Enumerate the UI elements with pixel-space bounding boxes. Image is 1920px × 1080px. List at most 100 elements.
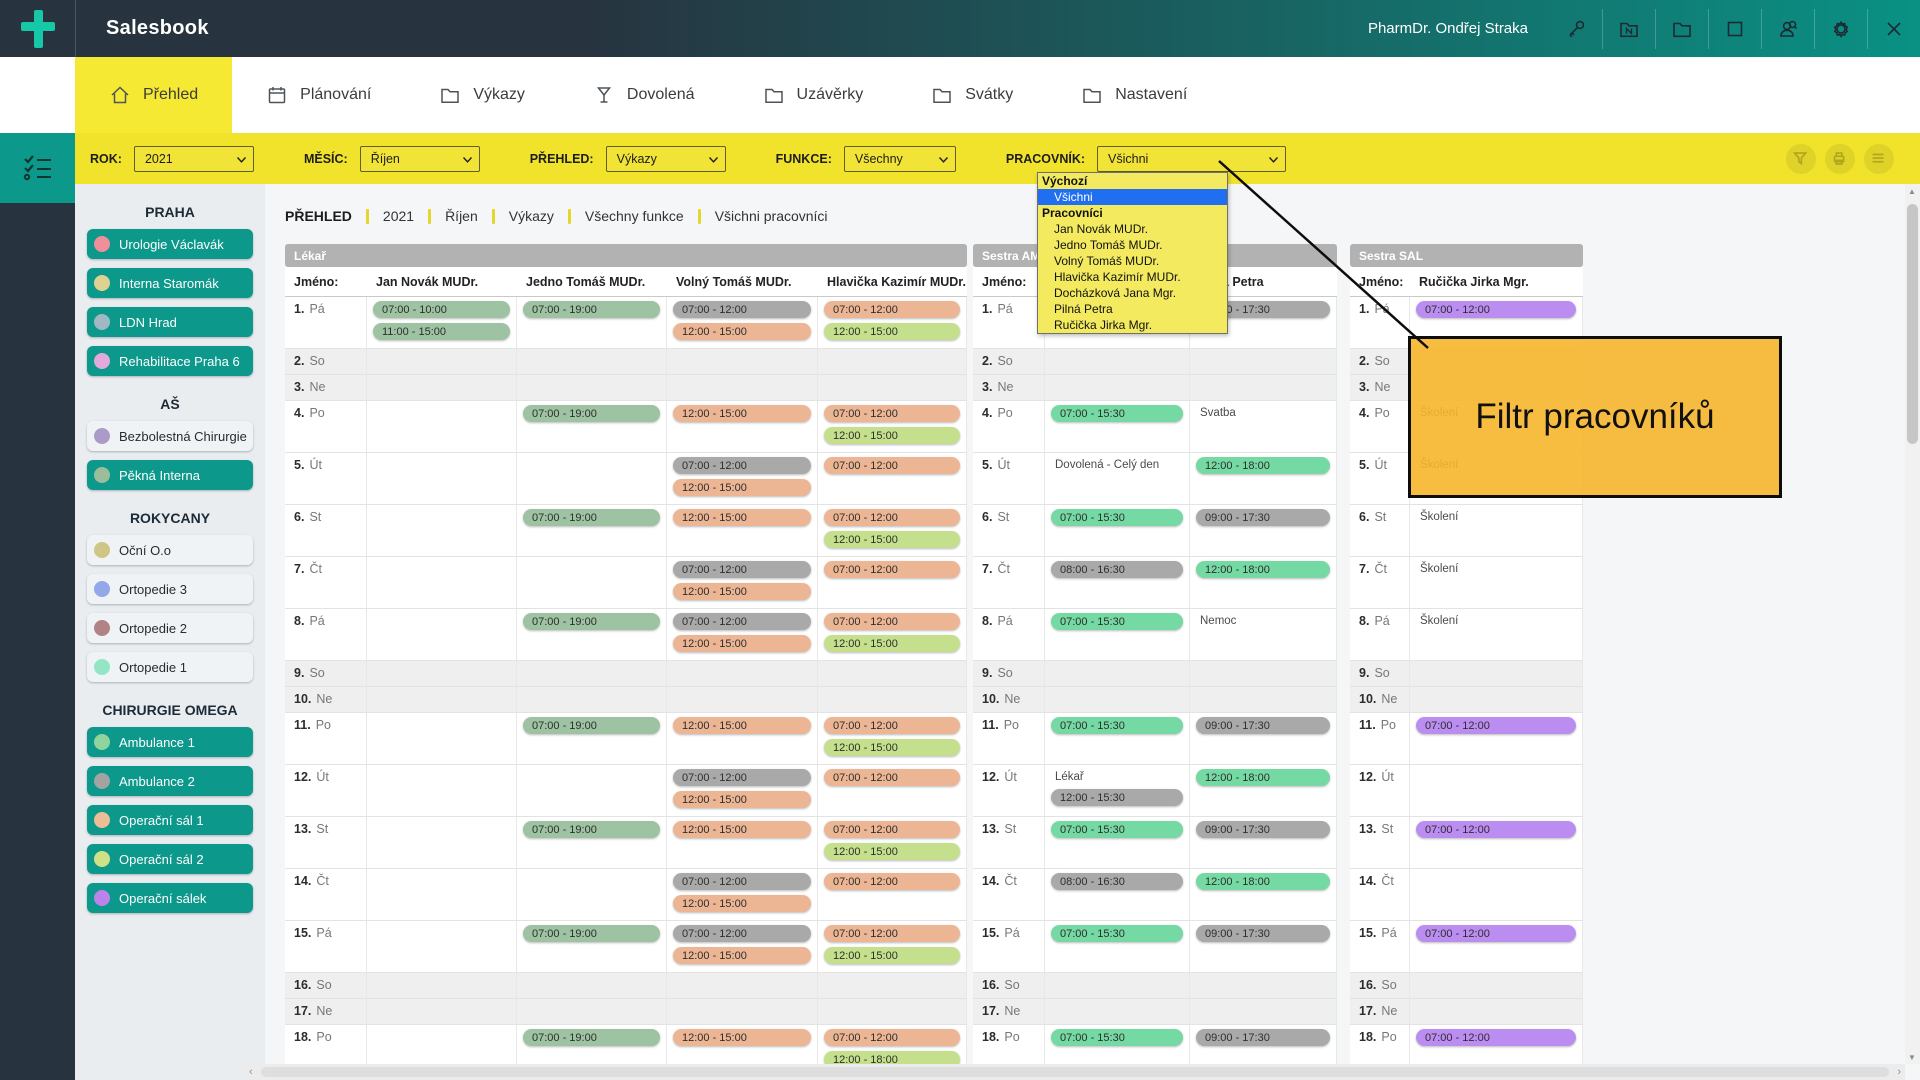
shift-pill[interactable]: 12:00 - 15:00 bbox=[673, 895, 811, 912]
shift-pill[interactable]: 07:00 - 12:00 bbox=[1416, 821, 1576, 838]
shift-cell[interactable] bbox=[1410, 973, 1583, 998]
shift-cell[interactable] bbox=[818, 375, 967, 400]
shift-pill[interactable]: 12:00 - 18:00 bbox=[824, 1051, 960, 1064]
shift-pill[interactable]: 12:00 - 15:00 bbox=[673, 947, 811, 964]
shift-pill[interactable]: 12:00 - 15:00 bbox=[673, 583, 811, 600]
scroll-down-icon[interactable]: ▼ bbox=[1908, 1053, 1916, 1062]
shift-pill[interactable]: 07:00 - 15:30 bbox=[1051, 405, 1183, 422]
shift-cell[interactable]: Nemoc bbox=[1190, 609, 1337, 660]
shift-cell[interactable]: 12:00 - 15:00 bbox=[667, 1025, 818, 1064]
shift-cell[interactable] bbox=[517, 661, 667, 686]
shift-cell[interactable]: 07:00 - 15:30 bbox=[1045, 817, 1190, 868]
shift-pill[interactable]: 12:00 - 18:00 bbox=[1196, 561, 1330, 578]
tab-nastavení[interactable]: Nastavení bbox=[1047, 57, 1221, 133]
shift-cell[interactable] bbox=[367, 869, 517, 920]
shift-cell[interactable]: 07:00 - 12:0012:00 - 15:00 bbox=[667, 765, 818, 816]
dropdown-option-hlavi-ka-kazim-r-mudr-[interactable]: Hlavička Kazimír MUDr. bbox=[1038, 269, 1227, 285]
sidebar-item-rehabilitace-praha-6[interactable]: Rehabilitace Praha 6 bbox=[87, 346, 253, 376]
shift-pill[interactable]: 07:00 - 12:00 bbox=[1416, 301, 1576, 318]
sidebar-item-p-kn-interna[interactable]: Pěkná Interna bbox=[87, 460, 253, 490]
menu-button[interactable] bbox=[1864, 144, 1894, 174]
shift-cell[interactable]: 07:00 - 10:0011:00 - 15:00 bbox=[367, 297, 517, 348]
sidebar-item-urologie-v-clav-k[interactable]: Urologie Václavák bbox=[87, 229, 253, 259]
shift-pill[interactable]: 07:00 - 12:00 bbox=[824, 561, 960, 578]
shift-cell[interactable]: 07:00 - 12:00 bbox=[818, 869, 967, 920]
shift-cell[interactable]: 07:00 - 12:0012:00 - 15:00 bbox=[818, 921, 967, 972]
shift-cell[interactable] bbox=[818, 349, 967, 374]
shift-cell[interactable] bbox=[1190, 687, 1337, 712]
shift-cell[interactable]: 07:00 - 12:00 bbox=[818, 557, 967, 608]
shift-cell[interactable]: 08:00 - 16:30 bbox=[1045, 869, 1190, 920]
shift-cell[interactable] bbox=[1190, 375, 1337, 400]
dropdown-option-doch-zkov-jana-mgr-[interactable]: Docházková Jana Mgr. bbox=[1038, 285, 1227, 301]
shift-cell[interactable]: 12:00 - 18:00 bbox=[1190, 869, 1337, 920]
shift-cell[interactable] bbox=[667, 349, 818, 374]
shift-cell[interactable] bbox=[367, 687, 517, 712]
shift-cell[interactable]: 07:00 - 19:00 bbox=[517, 1025, 667, 1064]
shift-cell[interactable] bbox=[367, 609, 517, 660]
shift-cell[interactable]: 12:00 - 18:00 bbox=[1190, 453, 1337, 504]
shift-cell[interactable] bbox=[1045, 687, 1190, 712]
sidebar-item-interna-starom-k[interactable]: Interna Staromák bbox=[87, 268, 253, 298]
shift-pill[interactable]: 07:00 - 12:00 bbox=[673, 925, 811, 942]
shift-cell[interactable] bbox=[367, 817, 517, 868]
tab-přehled[interactable]: Přehled bbox=[75, 57, 232, 133]
shift-cell[interactable]: 07:00 - 19:00 bbox=[517, 713, 667, 764]
shift-cell[interactable]: 07:00 - 12:00 12:00 - 15:00 bbox=[667, 921, 818, 972]
shift-cell[interactable]: Školení bbox=[1410, 609, 1583, 660]
shift-pill[interactable]: 07:00 - 19:00 bbox=[523, 613, 660, 630]
shift-pill[interactable]: 12:00 - 15:00 bbox=[673, 635, 811, 652]
shift-cell[interactable] bbox=[1190, 973, 1337, 998]
vertical-scroll-thumb[interactable] bbox=[1907, 204, 1918, 444]
shift-cell[interactable]: 07:00 - 12:0012:00 - 15:00 bbox=[818, 609, 967, 660]
shift-pill[interactable]: 12:00 - 15:00 bbox=[673, 323, 811, 340]
shift-pill[interactable]: 12:00 - 15:00 bbox=[673, 405, 811, 422]
shift-cell[interactable] bbox=[517, 375, 667, 400]
shift-cell[interactable]: 07:00 - 12:00 12:00 - 15:00 bbox=[667, 869, 818, 920]
sidebar-item-ambulance-2[interactable]: Ambulance 2 bbox=[87, 766, 253, 796]
shift-pill[interactable]: 09:00 - 17:30 bbox=[1196, 509, 1330, 526]
sidebar-item-opera-n-s-lek[interactable]: Operační sálek bbox=[87, 883, 253, 913]
shift-cell[interactable] bbox=[1190, 999, 1337, 1024]
shift-pill[interactable]: 07:00 - 12:00 bbox=[824, 405, 960, 422]
shift-cell[interactable]: 07:00 - 12:0012:00 - 15:00 bbox=[667, 297, 818, 348]
shift-cell[interactable] bbox=[667, 375, 818, 400]
shift-pill[interactable]: 07:00 - 10:00 bbox=[373, 301, 510, 318]
shift-cell[interactable]: 12:00 - 15:00 bbox=[667, 713, 818, 764]
shift-cell[interactable]: Školení bbox=[1410, 505, 1583, 556]
dropdown-option-jedno-tom-mudr-[interactable]: Jedno Tomáš MUDr. bbox=[1038, 237, 1227, 253]
shift-cell[interactable]: 07:00 - 12:0012:00 - 15:00 bbox=[818, 505, 967, 556]
shift-cell[interactable]: 07:00 - 12:0012:00 - 15:00 bbox=[818, 297, 967, 348]
shift-pill[interactable]: 12:00 - 15:00 bbox=[824, 427, 960, 444]
shift-cell[interactable] bbox=[367, 453, 517, 504]
shift-pill[interactable]: 07:00 - 15:30 bbox=[1051, 613, 1183, 630]
tab-uzávěrky[interactable]: Uzávěrky bbox=[729, 57, 898, 133]
shift-cell[interactable]: 07:00 - 15:30 bbox=[1045, 505, 1190, 556]
shift-cell[interactable] bbox=[367, 375, 517, 400]
shift-cell[interactable] bbox=[1045, 375, 1190, 400]
sidebar-toggle-button[interactable] bbox=[0, 133, 75, 203]
shift-cell[interactable]: 12:00 - 18:00 bbox=[1190, 765, 1337, 816]
shift-cell[interactable]: 07:00 - 15:30 bbox=[1045, 1025, 1190, 1064]
shift-cell[interactable]: 07:00 - 19:00 bbox=[517, 609, 667, 660]
shift-cell[interactable] bbox=[367, 401, 517, 452]
shift-pill[interactable]: 12:00 - 18:00 bbox=[1196, 769, 1330, 786]
shift-pill[interactable]: 08:00 - 16:30 bbox=[1051, 561, 1183, 578]
shift-cell[interactable] bbox=[1410, 661, 1583, 686]
dropdown-option-voln-tom-mudr-[interactable]: Volný Tomáš MUDr. bbox=[1038, 253, 1227, 269]
tab-svátky[interactable]: Svátky bbox=[897, 57, 1047, 133]
shift-cell[interactable] bbox=[367, 349, 517, 374]
shift-pill[interactable]: 07:00 - 15:30 bbox=[1051, 717, 1183, 734]
shift-pill[interactable]: 12:00 - 18:00 bbox=[1196, 873, 1330, 890]
shift-cell[interactable] bbox=[367, 921, 517, 972]
shift-pill[interactable]: 07:00 - 12:00 bbox=[824, 821, 960, 838]
shift-pill[interactable]: 07:00 - 19:00 bbox=[523, 925, 660, 942]
shift-cell[interactable] bbox=[818, 661, 967, 686]
shift-pill[interactable]: 07:00 - 19:00 bbox=[523, 717, 660, 734]
shift-cell[interactable]: 09:00 - 17:30 bbox=[1190, 1025, 1337, 1064]
shift-pill[interactable]: 07:00 - 12:00 bbox=[824, 717, 960, 734]
close-button[interactable] bbox=[1867, 9, 1920, 49]
shift-pill[interactable]: 12:00 - 15:30 bbox=[1051, 789, 1183, 806]
shift-cell[interactable]: 07:00 - 19:00 bbox=[517, 505, 667, 556]
shift-pill[interactable]: 07:00 - 12:00 bbox=[673, 873, 811, 890]
